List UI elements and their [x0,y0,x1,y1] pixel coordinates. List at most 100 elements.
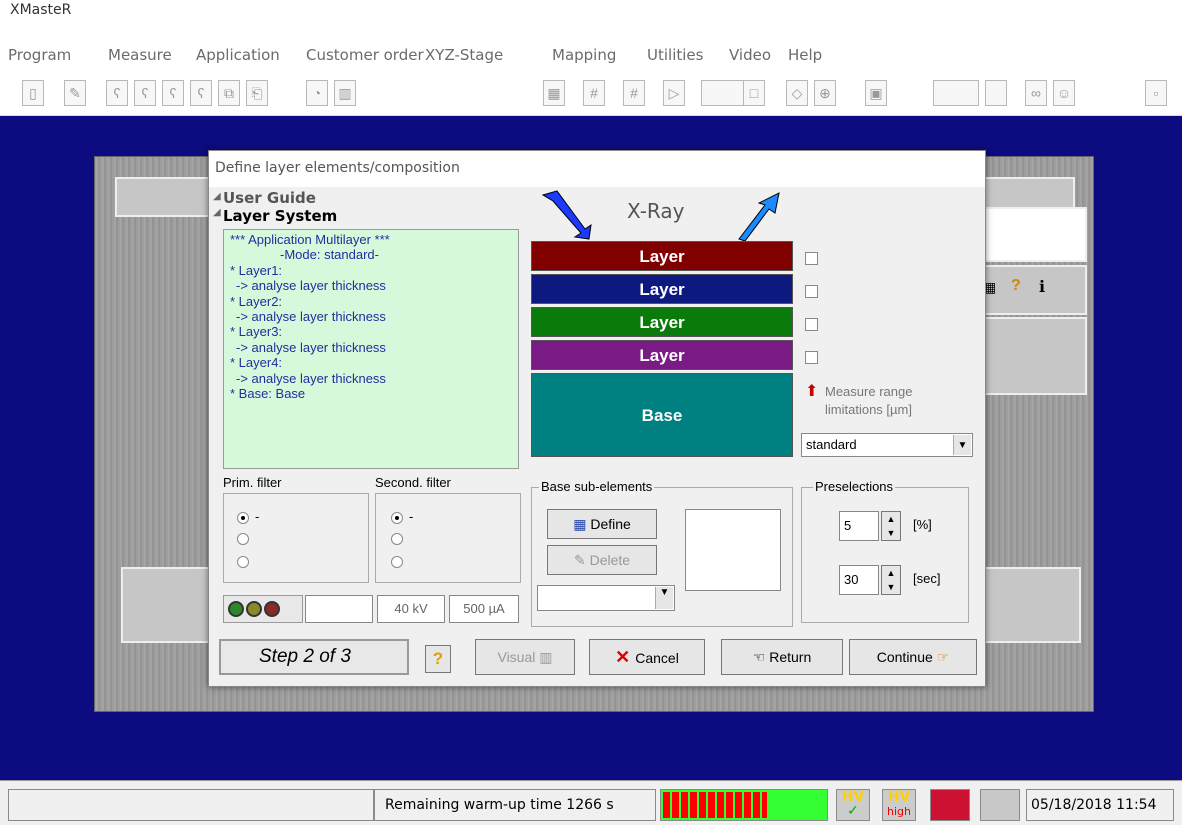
return-button[interactable]: ☜ Return [721,639,843,675]
report-icon[interactable]: ▥ [334,80,356,106]
probe-icon[interactable]: ʕ [162,80,184,106]
second-filter-radio-2[interactable] [391,533,403,545]
green-light-icon [228,601,244,617]
toolbar: ▯ ✎ ʕ ʕ ʕ ʕ ⧉ ⎗ ◔ ▥ ▦ # # ▷ □ ◇ ⊕ ▣ ∞ ☺ … [0,70,1182,116]
measure-range-value: standard [806,437,857,452]
base-sub-elements-list[interactable] [685,509,781,591]
tree-expand-icon[interactable]: ◢ [213,191,221,202]
config-icon[interactable]: ▫ [1145,80,1167,106]
blank-button[interactable] [933,80,979,106]
chevron-down-icon[interactable]: ▼ [655,587,673,609]
base-element-select[interactable]: ▼ [537,585,675,611]
layer-2-bar[interactable]: Layer [531,274,793,304]
square-icon[interactable]: □ [743,80,765,106]
layer-1-checkbox[interactable] [805,252,818,265]
guide-line: -> analyse layer thickness [236,278,386,294]
menu-video[interactable]: Video [729,46,771,64]
export-icon[interactable]: ⎗ [246,80,268,106]
prim-filter-radio-2[interactable] [237,533,249,545]
zoom-icon[interactable]: ⊕ [814,80,836,106]
measure-range-select[interactable]: standard ▼ [801,433,973,457]
cancel-button[interactable]: ✕ Cancel [589,639,705,675]
blank-button[interactable] [985,80,1007,106]
layer-composition-dialog: Define layer elements/composition ◢ User… [208,150,986,687]
voltage-field: 40 kV [377,595,445,623]
seconds-spinner[interactable]: ▲ ▼ [881,565,901,595]
probe-icon[interactable]: ʕ [190,80,212,106]
menu-application[interactable]: Application [196,46,280,64]
layer-3-checkbox[interactable] [805,318,818,331]
pen-icon[interactable]: ✎ [64,80,86,106]
tree-expand-icon[interactable]: ◢ [213,207,221,218]
warmup-status: Remaining warm-up time 1266 s [374,789,656,821]
layer-4-bar[interactable]: Layer [531,340,793,370]
chart-icon: ▥ [535,649,553,665]
menu-measure[interactable]: Measure [108,46,172,64]
second-filter-radio-3[interactable] [391,556,403,568]
visual-button[interactable]: Visual ▥ [475,639,575,675]
layer-2-checkbox[interactable] [805,285,818,298]
warmup-progress-fill [663,792,767,818]
probe-icon[interactable]: ʕ [106,80,128,106]
menu-mapping[interactable]: Mapping [552,46,616,64]
gauge-icon[interactable]: ◔ [306,80,328,106]
info-icon[interactable]: ℹ [1039,277,1045,297]
measure-range-label: Measure range limitations [µm] [825,384,913,417]
grid-icon[interactable]: # [623,80,645,106]
guide-line: * Layer1: [230,262,283,278]
menu-xyz-stage[interactable]: XYZ-Stage [425,46,503,64]
prim-filter-option: - [255,509,260,524]
probe-icon[interactable]: ʕ [134,80,156,106]
guide-line: *** Application Multilayer *** [230,232,390,247]
delete-button[interactable]: ✎ Delete [547,545,657,575]
guide-line: * Layer4: [230,355,283,371]
diamond-icon[interactable]: ◇ [786,80,808,106]
tree-layer-system[interactable]: Layer System [223,207,337,225]
layer-4-checkbox[interactable] [805,351,818,364]
tree-user-guide[interactable]: User Guide [223,189,316,207]
guide-line: * Layer2: [230,293,283,309]
delete-label: Delete [589,552,631,568]
up-arrow-icon: ⬆ [805,383,819,400]
hv-high-sub: high [887,805,911,818]
play-icon[interactable]: ▷ [663,80,685,106]
help-button[interactable]: ? [425,645,451,673]
continue-button[interactable]: Continue ☞ [849,639,977,675]
define-button[interactable]: ▦ Define [547,509,657,539]
menu-help[interactable]: Help [788,46,822,64]
seconds-input[interactable]: 30 [839,565,879,595]
dialog-title: Define layer elements/composition [209,151,985,187]
percent-input[interactable]: 5 [839,511,879,541]
blank-button[interactable] [701,80,747,106]
cancel-label: Cancel [635,650,679,666]
return-label: Return [769,649,812,665]
preselections-group [801,487,969,623]
app-title: XMasteR [10,2,72,18]
status-indicator [980,789,1020,821]
tube-lights [223,595,303,623]
table-icon[interactable]: ▦ [543,80,565,106]
percent-spinner[interactable]: ▲ ▼ [881,511,901,541]
binoculars-icon[interactable]: ∞ [1025,80,1047,106]
menu-customer-order[interactable]: Customer order [306,46,424,64]
second-filter-radio-1[interactable] [391,512,403,524]
base-sub-elements-label: Base sub-elements [539,479,655,494]
grid-icon[interactable]: # [583,80,605,106]
eraser-icon: ✎ [573,552,590,568]
layer-3-bar[interactable]: Layer [531,307,793,337]
prim-filter-radio-1[interactable] [237,512,249,524]
chevron-down-icon[interactable]: ▼ [953,435,971,455]
help-icon[interactable]: ? [1011,277,1021,295]
camera-icon[interactable]: ▣ [865,80,887,106]
user-icon[interactable]: ☺ [1053,80,1075,106]
layer-1-bar[interactable]: Layer [531,241,793,271]
red-light-icon [264,601,280,617]
copy-icon[interactable]: ⧉ [218,80,240,106]
menu-utilities[interactable]: Utilities [647,46,703,64]
menu-program[interactable]: Program [8,46,71,64]
prim-filter-radio-3[interactable] [237,556,249,568]
base-bar[interactable]: Base [531,373,793,457]
program-icon[interactable]: ▯ [22,80,44,106]
calendar-icon: ▦ [573,516,591,532]
guide-line: * Base: Base [230,386,306,402]
